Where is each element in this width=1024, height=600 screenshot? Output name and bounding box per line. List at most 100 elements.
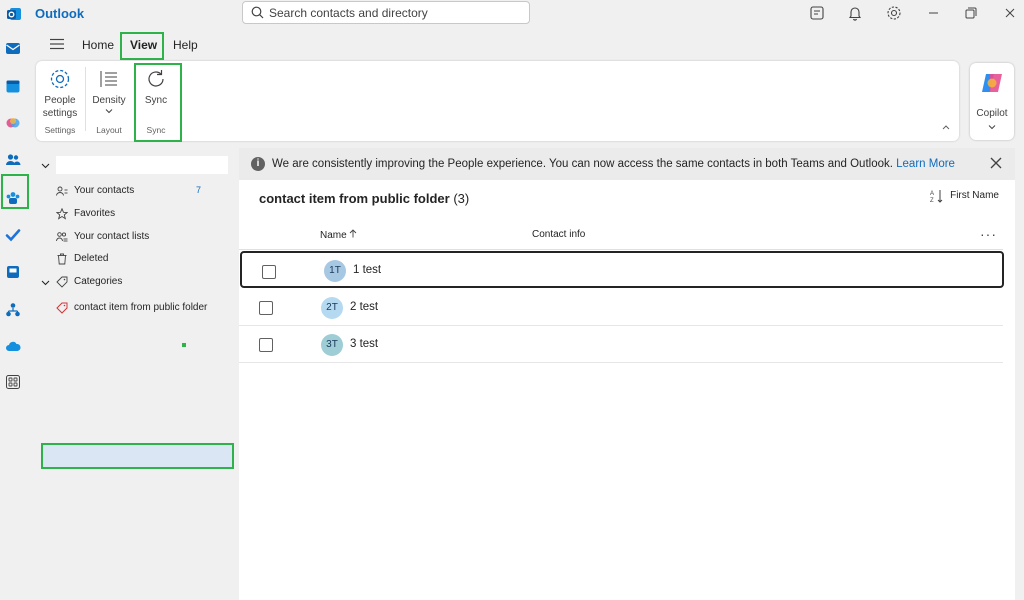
outlook-logo-icon: [7, 8, 21, 20]
copilot-label: Copilot: [976, 108, 1008, 119]
row-checkbox[interactable]: [259, 301, 273, 315]
people-icon: [6, 154, 21, 165]
chevron-down-icon[interactable]: [41, 161, 50, 170]
ribbon: People settings Settings Density Layout …: [36, 61, 959, 142]
category-tag-icon: [56, 302, 68, 314]
contacts-icon: [56, 186, 68, 196]
table-row[interactable]: 1T 1 test: [240, 251, 1004, 288]
copilot-logo-icon: [982, 74, 1002, 92]
chevron-up-icon[interactable]: [941, 123, 951, 131]
bell-icon[interactable]: [846, 4, 864, 22]
sidebar-item-label: Your contact lists: [74, 231, 150, 242]
copilot-button[interactable]: Copilot: [970, 63, 1014, 140]
star-icon: [56, 208, 68, 220]
rail-org[interactable]: [3, 300, 23, 320]
mail-icon: [6, 43, 20, 54]
column-header-contact-info[interactable]: Contact info: [532, 229, 585, 240]
sidebar-item-favorites[interactable]: Favorites: [36, 203, 234, 225]
tab-help[interactable]: Help: [173, 38, 198, 52]
contact-count: (3): [453, 191, 470, 206]
sort-button[interactable]: A Z First Name: [930, 190, 999, 203]
banner-message: We are consistently improving the People…: [272, 158, 955, 170]
rail-more-apps[interactable]: [3, 372, 23, 392]
contacts-pane: i We are consistently improving the Peop…: [239, 148, 1015, 600]
sync-button[interactable]: Sync: [136, 67, 176, 107]
sidebar-item-public-folder-category[interactable]: contact item from public folder: [36, 297, 234, 319]
close-icon[interactable]: [987, 154, 1005, 172]
settings-group-label: Settings: [44, 125, 76, 135]
sidebar-item-contact-lists[interactable]: Your contact lists: [36, 226, 234, 248]
close-window-icon[interactable]: [1001, 4, 1019, 22]
sort-az-icon: A Z: [930, 190, 943, 203]
people-settings-label-1: People: [44, 95, 76, 106]
minimize-icon[interactable]: [925, 4, 943, 22]
rail-onedrive[interactable]: [3, 337, 23, 357]
rail-files[interactable]: [3, 262, 23, 282]
search-input[interactable]: [269, 5, 519, 21]
sync-label: Sync: [144, 95, 168, 106]
rail-todo[interactable]: [3, 225, 23, 245]
density-icon: [100, 71, 117, 87]
contact-lists-icon: [56, 232, 68, 242]
contact-count-badge: 7: [196, 185, 202, 195]
page-title: contact item from public folder (3): [259, 191, 470, 206]
list-header: Name Contact info ···: [239, 218, 1003, 250]
more-options-icon[interactable]: ···: [980, 226, 997, 242]
arrow-up-icon: [350, 229, 357, 238]
onedrive-cloud-icon: [6, 341, 21, 351]
info-icon: i: [251, 157, 265, 171]
sidebar-item-label: Your contacts: [74, 185, 135, 196]
table-row[interactable]: 3T 3 test: [239, 326, 1003, 363]
sidebar-item-label: Deleted: [74, 253, 109, 264]
sidebar-item-label: contact item from public folder: [74, 302, 208, 313]
contact-name: 2 test: [350, 301, 379, 313]
sidebar-item-your-contacts[interactable]: Your contacts 7: [36, 180, 234, 202]
people-settings-button[interactable]: People settings: [40, 67, 80, 120]
avatar: 1T: [324, 260, 346, 282]
svg-text:A: A: [930, 191, 934, 197]
sidebar-item-label: Categories: [74, 276, 123, 287]
sidebar-item-deleted[interactable]: Deleted: [36, 248, 234, 270]
rail-copilot[interactable]: [3, 113, 23, 133]
hamburger-menu-icon[interactable]: [50, 38, 64, 50]
copilot-icon: [6, 118, 20, 128]
account-name-field[interactable]: [56, 156, 228, 174]
calendar-icon: [6, 80, 20, 93]
sync-group-label: Sync: [146, 125, 166, 135]
rail-calendar[interactable]: [3, 76, 23, 96]
contact-name: 1 test: [353, 264, 382, 276]
info-banner: i We are consistently improving the Peop…: [239, 148, 1015, 180]
rail-people[interactable]: [3, 150, 23, 170]
menu-tabs: Home View Help: [36, 32, 436, 60]
table-row[interactable]: 2T 2 test: [239, 289, 1003, 326]
row-checkbox[interactable]: [259, 338, 273, 352]
contact-name: 3 test: [350, 338, 379, 350]
tag-icon: [56, 276, 68, 288]
settings-gear-icon: [50, 69, 70, 89]
tab-home[interactable]: Home: [82, 38, 114, 52]
chevron-down-icon: [41, 280, 50, 286]
svg-text:Z: Z: [930, 198, 934, 203]
sort-label: First Name: [950, 190, 999, 201]
row-checkbox[interactable]: [262, 265, 276, 279]
tab-view[interactable]: View: [130, 38, 157, 52]
column-header-name[interactable]: Name: [320, 229, 357, 241]
files-icon: [7, 266, 19, 278]
layout-group-label: Layout: [96, 125, 122, 135]
search-box[interactable]: [242, 1, 530, 24]
ribbon-separator: [85, 67, 86, 131]
gear-icon[interactable]: [885, 4, 903, 22]
groups-icon: [6, 192, 20, 204]
folder-sidebar: Your contacts 7 Favorites Your contact l…: [36, 148, 236, 600]
rail-mail[interactable]: [3, 38, 23, 58]
app-title: Outlook: [35, 6, 85, 21]
restore-icon[interactable]: [962, 4, 980, 22]
rail-groups[interactable]: [3, 188, 23, 208]
sidebar-item-categories[interactable]: Categories: [36, 271, 234, 293]
org-chart-icon: [6, 303, 20, 317]
people-settings-label-2: settings: [42, 108, 78, 119]
sticky-note-icon[interactable]: [808, 4, 826, 22]
learn-more-link[interactable]: Learn More: [896, 158, 955, 170]
sidebar-item-selected-highlight: [41, 443, 234, 469]
density-button[interactable]: Density: [89, 67, 129, 118]
